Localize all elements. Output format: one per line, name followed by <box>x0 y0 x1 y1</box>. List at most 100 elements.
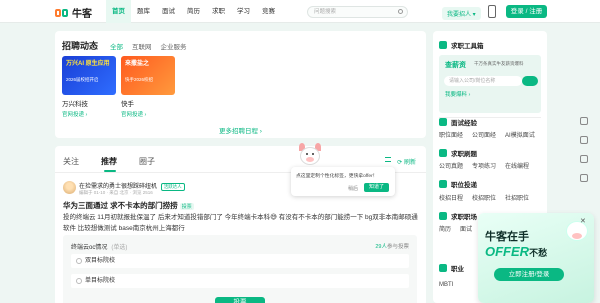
profession-icon <box>439 264 447 272</box>
logo-icon <box>55 7 69 19</box>
banner-subtext: 2026届校招开启 <box>66 77 99 82</box>
tab-internet[interactable]: 互联网 <box>132 41 152 51</box>
salary-tool: 查薪资 千万条真实牛友薪资爆料 请输入公司/岗位名称 我要爆料 › <box>439 55 541 113</box>
post-title[interactable]: 华为三面通过 求不卡本的部门捞捞 投票 <box>63 200 194 211</box>
apply-link[interactable]: 官网投递 › <box>62 110 116 118</box>
nav-question-bank[interactable]: 题库 <box>131 0 156 23</box>
link-mbti[interactable]: MBTI <box>439 282 453 288</box>
salary-search-button[interactable] <box>522 76 538 86</box>
tab-circles[interactable]: 圈子 <box>139 156 155 167</box>
tab-recommend[interactable]: 推荐 <box>101 156 117 172</box>
interview-icon <box>439 118 447 126</box>
section-title: 求职职场 <box>439 211 477 221</box>
search-icon[interactable] <box>398 9 403 14</box>
link-company-questions[interactable]: 公司真题 <box>439 161 463 170</box>
banner-text: 来撒盐之 <box>125 61 150 67</box>
nav-jobs[interactable]: 求职 <box>206 0 231 23</box>
company-card[interactable]: 来撒盐之 快手2026校招 快手 官网投递 › <box>121 56 175 118</box>
search-input[interactable]: 问题搜索 <box>307 6 408 18</box>
avatar[interactable] <box>63 181 76 194</box>
hiring-title: 招聘动态 <box>62 41 99 51</box>
link-social-jobs[interactable]: 社招职位 <box>505 193 529 202</box>
author-badge: 活跃达人 <box>160 183 185 191</box>
apply-icon <box>439 180 447 188</box>
service-icon[interactable] <box>580 174 588 182</box>
link-company-interviews[interactable]: 公司面经 <box>472 130 496 139</box>
mobile-app-icon[interactable] <box>488 5 496 18</box>
poll-count-label: 参与投票 <box>386 244 409 250</box>
login-button[interactable]: 登录 / 注册 <box>506 5 547 18</box>
tag-tip-popup: 点这里定制个性化标签，更快拿offer！ 稍后 知道了 <box>291 167 395 196</box>
link-interview[interactable]: 面试 <box>460 224 472 233</box>
nav-contest[interactable]: 竞赛 <box>256 0 281 23</box>
company-banner[interactable]: 来撒盐之 快手2026校招 <box>121 56 175 95</box>
link-ai-mock-interview[interactable]: AI模拟面试 <box>505 130 535 139</box>
post-meta: 编辑于 01-10 · 来自 北京 · 浏览 2516 <box>79 190 153 195</box>
section-title: 职位投递 <box>439 179 477 189</box>
nav-home[interactable]: 首页 <box>106 0 131 23</box>
notification-icon[interactable] <box>580 136 588 144</box>
search-placeholder: 问题搜索 <box>314 9 337 15</box>
popup-text: 点这里定制个性化标签，更快拿offer！ <box>296 174 378 179</box>
later-button[interactable]: 稍后 <box>348 185 358 192</box>
company-banner[interactable]: 万兴AI 原生应用 2026届校招开启 <box>62 56 116 95</box>
got-it-button[interactable]: 知道了 <box>364 183 389 192</box>
banner-subtext: 快手2026校招 <box>125 77 154 82</box>
poll-question: 终端云oc情况 (单选) <box>71 242 127 251</box>
practice-icon <box>439 149 447 157</box>
post-body[interactable]: 投的终端云 11月初就报批保温了 后来才知道投错部门了 今年终端卡本科😅 有没有… <box>63 212 421 234</box>
report-salary-link[interactable]: 我要爆料 › <box>445 90 470 98</box>
link-online-coding[interactable]: 在线编程 <box>505 161 529 170</box>
poll-option[interactable]: 双目标院校 <box>71 254 409 268</box>
section-title-text: 职业 <box>451 266 464 273</box>
signup-promo: ✕ 牛客在手 OFFER不愁 立即注册/登录 <box>478 213 594 303</box>
link-topic-practice[interactable]: 专项练习 <box>472 161 496 170</box>
promo-worry-text: 不愁 <box>529 248 548 258</box>
nav-resume[interactable]: 简历 <box>181 0 206 23</box>
section-title-text: 职位投递 <box>451 182 477 189</box>
poll-question-text: 终端云oc情况 <box>71 245 108 251</box>
poll: 终端云oc情况 (单选) 29人参与投票 双目标院校 单目标院校 投票 <box>63 235 417 303</box>
company-card[interactable]: 万兴AI 原生应用 2026届校招开启 万兴科技 官网投递 › <box>62 56 116 118</box>
toolbox-title: 求职工具箱 <box>439 40 484 50</box>
tab-all[interactable]: 全部 <box>110 41 123 51</box>
register-login-button[interactable]: 立即注册/登录 <box>494 268 564 281</box>
salary-search-input[interactable]: 请输入公司/岗位名称 <box>444 76 522 86</box>
post-title-text: 华为三面通过 求不卡本的部门捞捞 <box>63 201 178 210</box>
link-resume[interactable]: 简历 <box>439 224 451 233</box>
tab-follow[interactable]: 关注 <box>63 156 79 167</box>
promo-subheadline: OFFER不愁 <box>485 244 547 259</box>
section-links: 职位面经 公司面经 AI模拟面试 <box>439 130 535 139</box>
main-nav: 首页 题库 面试 简历 求职 学习 竞赛 <box>106 0 281 23</box>
link-job-interviews[interactable]: 职位面经 <box>439 130 463 139</box>
nav-learn[interactable]: 学习 <box>231 0 256 23</box>
feedback-icon[interactable] <box>580 117 588 125</box>
poll-tag: 投票 <box>179 202 194 210</box>
radio-icon[interactable] <box>76 258 82 264</box>
list-icon[interactable] <box>385 157 391 162</box>
hiring-panel: 招聘动态 全部 互联网 企业服务 万兴AI 原生应用 2026届校招开启 万兴科… <box>55 31 426 138</box>
logo[interactable]: 牛客 <box>55 5 92 20</box>
toolbox-icon <box>439 41 447 49</box>
career-icon <box>439 212 447 220</box>
section-links: 公司真题 专项练习 在线编程 <box>439 161 529 170</box>
poll-option[interactable]: 单目标院校 <box>71 274 409 288</box>
close-icon[interactable]: ✕ <box>580 217 586 225</box>
link-campus-schedule[interactable]: 校招日程 <box>439 193 463 202</box>
section-title-text: 求职刷题 <box>451 151 477 158</box>
nav-interview[interactable]: 面试 <box>156 0 181 23</box>
more-schedule-link[interactable]: 更多招聘日程 › <box>55 125 426 135</box>
banner-text: 万兴AI 原生应用 <box>66 61 110 67</box>
radio-icon[interactable] <box>76 278 82 284</box>
poll-mode: (单选) <box>111 245 128 251</box>
hire-dropdown[interactable]: 我要招人 ▾ <box>442 7 481 20</box>
section-title: 求职刷题 <box>439 148 477 158</box>
chat-icon[interactable] <box>580 155 588 163</box>
apply-link[interactable]: 官网投递 › <box>121 110 175 118</box>
refresh-button[interactable]: ⟳ 刷新 <box>397 157 416 166</box>
link-campus-jobs[interactable]: 校招职位 <box>472 193 496 202</box>
tab-enterprise[interactable]: 企业服务 <box>161 41 187 51</box>
company-name: 万兴科技 <box>62 101 88 108</box>
vote-button[interactable]: 投票 <box>215 297 265 303</box>
promo-headline: 牛客在手 <box>485 231 529 243</box>
